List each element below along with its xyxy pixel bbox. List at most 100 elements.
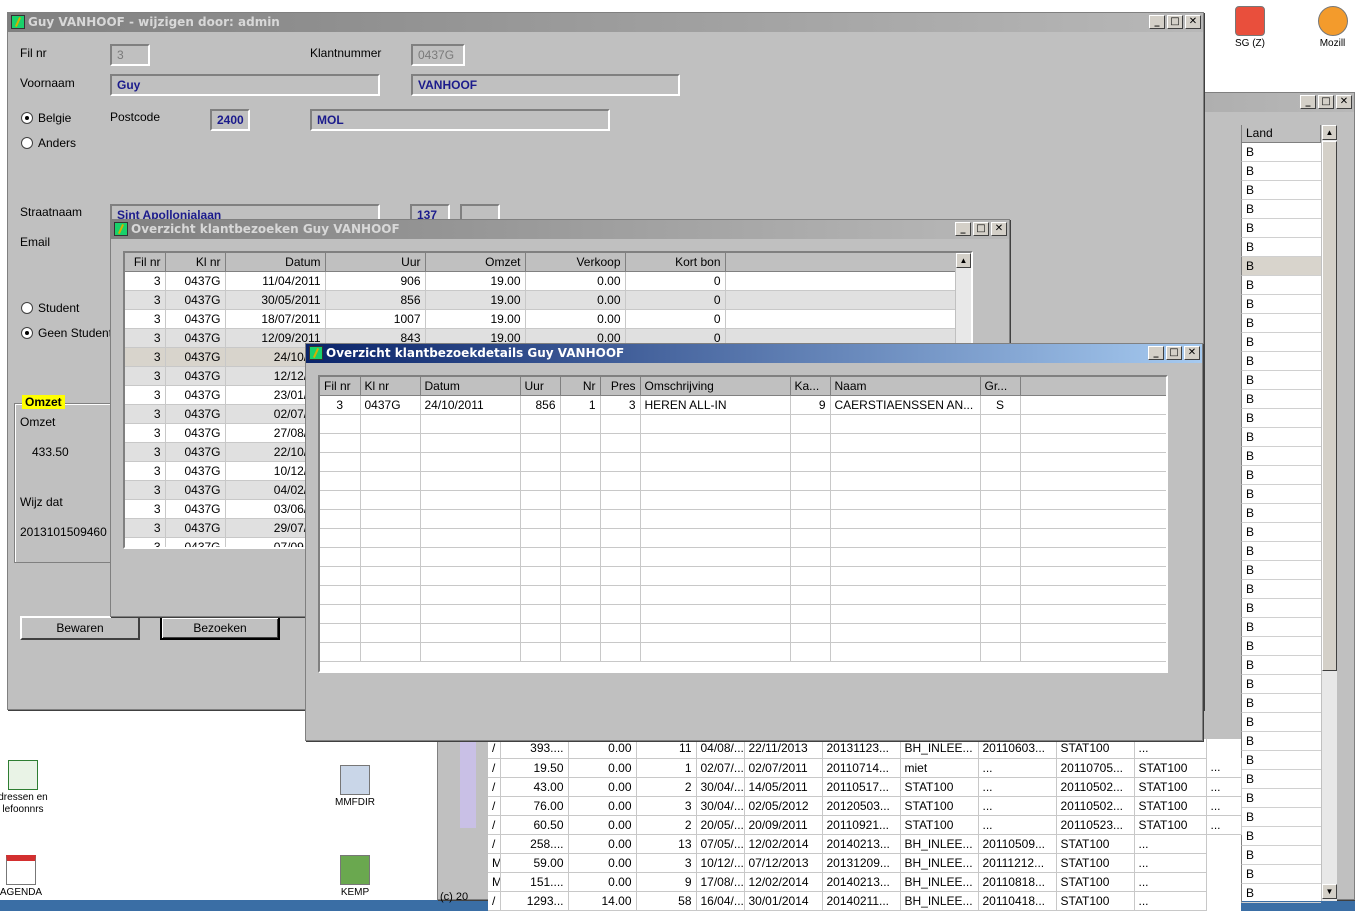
table-row[interactable]: /43.00 0.00 2 30/04/... 14/05/2011 20110517..…: [488, 777, 1242, 797]
desktop-icon-agenda[interactable]: AGENDA: [0, 855, 56, 898]
table-cell: [560, 471, 601, 491]
table-cell: HEREN ALL-IN: [640, 395, 791, 415]
student-radio[interactable]: [21, 302, 33, 314]
fil-nr-field[interactable]: 3: [110, 44, 150, 66]
column-header[interactable]: Nr: [560, 377, 601, 396]
table-row[interactable]: 3 0437G 11/04/2011 906 19.00 0.00 0: [125, 271, 958, 291]
belgie-radio[interactable]: [21, 112, 33, 124]
close-button[interactable]: ✕: [1185, 15, 1201, 29]
table-cell: 0437G: [165, 385, 226, 405]
maximize-button[interactable]: □: [1167, 15, 1183, 29]
minimize-button[interactable]: _: [1148, 346, 1164, 360]
gemeente-field[interactable]: MOL: [310, 109, 610, 131]
desktop-icon-mmfdir[interactable]: MMFDIR: [320, 765, 390, 808]
table-cell: 3: [125, 480, 166, 500]
list-scrollbar[interactable]: ▲ ▼: [1321, 125, 1337, 901]
land-column-header[interactable]: Land: [1241, 125, 1321, 143]
column-header[interactable]: Datum: [225, 253, 326, 272]
table-cell: /: [488, 739, 501, 759]
omzet-group-title: Omzet: [22, 395, 65, 409]
column-header[interactable]: Fil nr: [125, 253, 166, 272]
close-button[interactable]: ✕: [991, 222, 1007, 236]
column-header[interactable]: Kort bon: [625, 253, 726, 272]
table-header-row: Fil nr Kl nr Datum Uur Omzet Verkoop Kort bon: [125, 253, 958, 272]
table-row[interactable]: /76.00 0.00 3 30/04/... 02/05/2012 20120503..…: [488, 796, 1242, 816]
table-row[interactable]: M59.000.00310/12/...07/12/201320131209..…: [488, 853, 1241, 873]
column-header[interactable]: Datum: [420, 377, 521, 396]
maximize-button[interactable]: □: [973, 222, 989, 236]
table-row[interactable]: 3 0437G 24/10/2011 856 1 3 HEREN ALL-IN 9 CAERST…: [320, 395, 1166, 415]
bezoeken-button[interactable]: Bezoeken: [160, 616, 280, 640]
table-cell: [360, 433, 421, 453]
table-cell: [600, 414, 641, 434]
minimize-button[interactable]: _: [1149, 15, 1165, 29]
details-table: Fil nr Kl nr Datum Uur Nr Pres Omschrijving Ka.…: [320, 377, 1166, 662]
column-header[interactable]: Uur: [520, 377, 561, 396]
anders-radio[interactable]: [21, 137, 33, 149]
table-cell: 258....: [500, 834, 569, 854]
table-cell: [830, 528, 981, 548]
column-header[interactable]: Omzet: [425, 253, 526, 272]
table-cell: [360, 642, 421, 662]
bewaren-button[interactable]: Bewaren: [20, 616, 140, 640]
details-grid[interactable]: Fil nr Kl nr Datum Uur Nr Pres Omschrijving Ka.…: [318, 375, 1168, 673]
minimize-button[interactable]: _: [1300, 95, 1316, 109]
column-header[interactable]: [725, 253, 958, 272]
table-cell: [640, 452, 791, 472]
column-header[interactable]: Fil nr: [320, 377, 361, 396]
table-cell: 1: [636, 758, 697, 778]
table-row[interactable]: /1293... 14.00 58 16/04/... 30/01/2014 201402…: [488, 891, 1241, 911]
column-header[interactable]: Verkoop: [525, 253, 626, 272]
minimize-button[interactable]: _: [955, 222, 971, 236]
voornaam-field[interactable]: Guy: [110, 74, 380, 96]
postcode-field[interactable]: 2400: [210, 109, 250, 131]
table-cell: 76.00: [500, 796, 569, 816]
column-header[interactable]: Naam: [830, 377, 981, 396]
land-cell: B: [1241, 181, 1321, 200]
close-button[interactable]: ✕: [1184, 346, 1200, 360]
table-cell: [640, 433, 791, 453]
close-button[interactable]: ✕: [1336, 95, 1352, 109]
maximize-button[interactable]: □: [1166, 346, 1182, 360]
column-header[interactable]: Uur: [325, 253, 426, 272]
table-cell: 59.00: [500, 853, 569, 873]
table-row[interactable]: /60.50 0.00 2 20/05/... 20/09/2011 20110921..…: [488, 815, 1242, 835]
desktop-icon-adressen[interactable]: dressen en lefoonnrs: [0, 760, 58, 816]
empty-row: [320, 452, 1166, 472]
table-cell: [420, 452, 521, 472]
table-cell: 12/02/2014: [744, 872, 823, 892]
klantnummer-field[interactable]: 0437G: [411, 44, 465, 66]
geen-student-radio[interactable]: [21, 327, 33, 339]
column-header[interactable]: Gr...: [980, 377, 1021, 396]
desktop-icon-sg[interactable]: SG (Z): [1215, 6, 1285, 49]
scroll-up-icon[interactable]: ▲: [956, 253, 971, 268]
table-cell: /: [488, 777, 501, 797]
desktop-icon-mozilla[interactable]: Mozill: [1310, 6, 1355, 49]
maximize-button[interactable]: □: [1318, 95, 1334, 109]
column-header[interactable]: Ka...: [790, 377, 831, 396]
table-row[interactable]: /393.... 0.00 11 04/08/... 22/11/2013 2013112…: [488, 739, 1241, 759]
visits-titlebar: Overzicht klantbezoeken Guy VANHOOF _ □ …: [111, 220, 1009, 239]
column-header[interactable]: Pres: [600, 377, 641, 396]
column-header[interactable]: Omschrijving: [640, 377, 791, 396]
table-row[interactable]: /258.... 0.00 13 07/05/... 12/02/2014 2014021…: [488, 834, 1241, 854]
scroll-down-icon[interactable]: ▼: [1322, 884, 1337, 899]
table-cell: [520, 471, 561, 491]
table-cell: [640, 623, 791, 643]
achternaam-field[interactable]: VANHOOF: [411, 74, 680, 96]
desktop-icon-kemp[interactable]: KEMP: [320, 855, 390, 898]
table-row[interactable]: 3 0437G 30/05/2011 856 19.00 0.00 0: [125, 290, 958, 310]
package-icon: [340, 855, 370, 885]
table-cell: 20/09/2011: [744, 815, 823, 835]
table-cell: [830, 509, 981, 529]
table-row[interactable]: 3 0437G 18/07/2011 1007 19.00 0.00 0: [125, 309, 958, 329]
table-cell: [980, 642, 1021, 662]
column-header[interactable]: Kl nr: [165, 253, 226, 272]
scroll-up-icon[interactable]: ▲: [1322, 125, 1337, 140]
table-row[interactable]: /19.50 0.00 1 02/07/... 02/07/2011 20110714..…: [488, 758, 1242, 778]
table-cell: 2: [636, 815, 697, 835]
table-row[interactable]: M151....0.00917/08/...12/02/201420140213…: [488, 872, 1241, 892]
scroll-thumb[interactable]: [1322, 141, 1337, 671]
column-header[interactable]: [1020, 377, 1166, 396]
column-header[interactable]: Kl nr: [360, 377, 421, 396]
